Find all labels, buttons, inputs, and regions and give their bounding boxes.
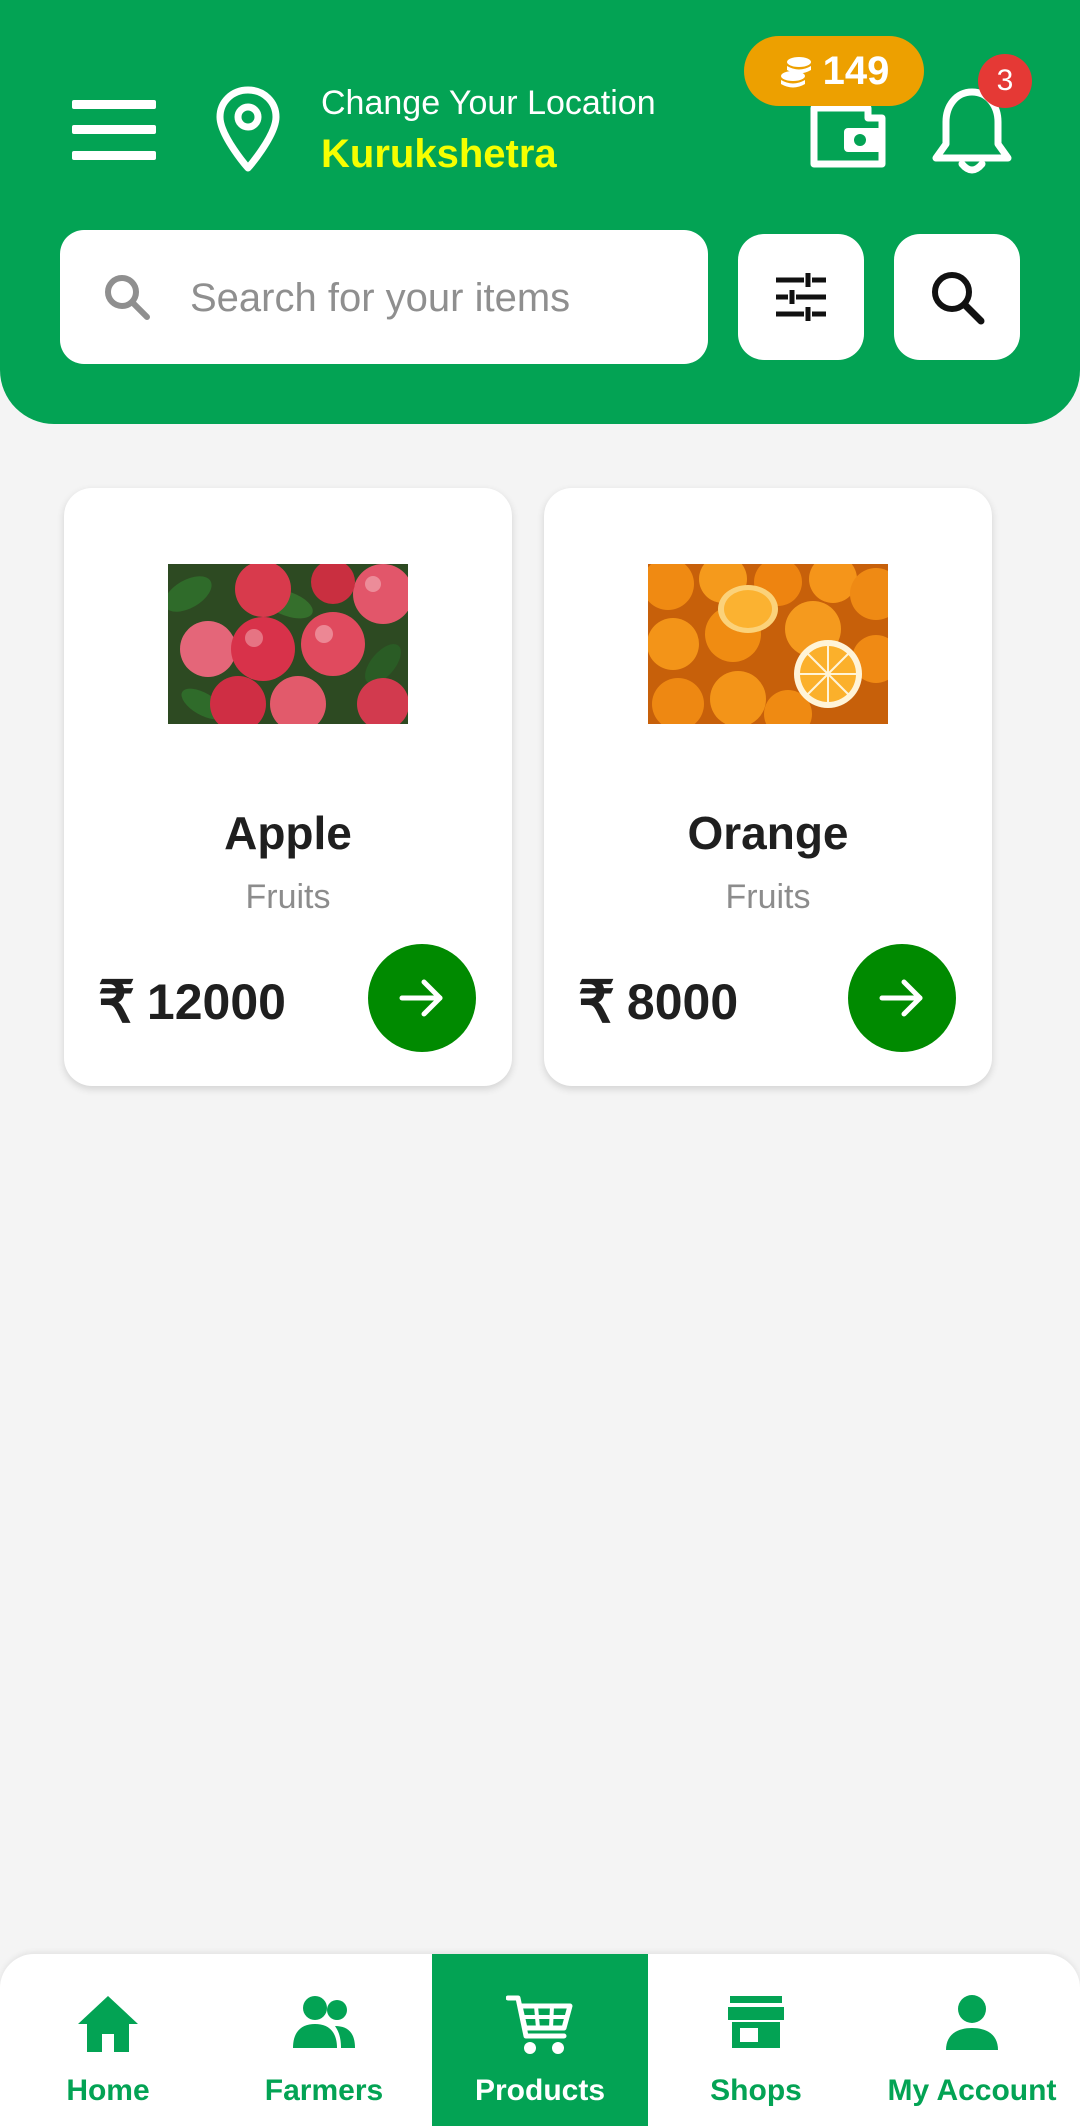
sliders-icon [776, 273, 826, 321]
product-name: Orange [687, 807, 849, 859]
store-icon [728, 1996, 784, 2048]
search-icon [932, 272, 985, 325]
nav-label: Home [66, 2074, 150, 2107]
people-icon [293, 1996, 355, 2048]
view-product-button[interactable] [368, 944, 476, 1052]
home-icon [78, 1996, 138, 2052]
menu-line [72, 151, 156, 160]
notification-count-badge: 3 [978, 54, 1032, 108]
search-input[interactable] [188, 260, 672, 336]
rupee-symbol: ₹ [578, 970, 615, 1035]
product-card[interactable]: Apple Fruits ₹ 12000 [64, 488, 512, 1086]
coins-count: 149 [822, 48, 890, 93]
nav-label: Shops [710, 2074, 802, 2107]
nav-item-home[interactable]: Home [0, 1954, 216, 2126]
location-pin-icon[interactable] [214, 84, 282, 174]
search-submit-button[interactable] [894, 234, 1020, 360]
view-product-button[interactable] [848, 944, 956, 1052]
search-bar[interactable] [60, 230, 708, 364]
arrow-right-icon [879, 979, 923, 1017]
filter-button[interactable] [738, 234, 864, 360]
nav-item-shops[interactable]: Shops [648, 1954, 864, 2126]
coins-icon [780, 57, 811, 88]
nav-label: My Account [887, 2074, 1057, 2107]
person-icon [946, 1995, 998, 2050]
nav-label: Products [474, 2074, 606, 2107]
arrow-right-icon [399, 979, 443, 1017]
location-city[interactable]: Kurukshetra [321, 132, 557, 177]
product-price: ₹ 8000 [578, 968, 738, 1036]
product-name: Apple [224, 807, 352, 859]
cart-icon [506, 1995, 573, 2054]
price-value: 8000 [626, 974, 739, 1030]
bottom-navigation: Home Farmers Products Shops My Account [0, 1954, 1080, 2126]
product-price: ₹ 12000 [98, 968, 286, 1036]
product-image-apple [168, 564, 408, 724]
change-location-label[interactable]: Change Your Location [321, 84, 656, 123]
menu-line [72, 100, 156, 109]
app-header: Change Your Location Kurukshetra 149 3 [0, 0, 1080, 424]
nav-item-products[interactable]: Products [432, 1954, 648, 2126]
product-image-orange [648, 564, 888, 724]
menu-line [72, 125, 156, 134]
product-category: Fruits [725, 878, 811, 916]
coins-badge[interactable]: 149 [744, 36, 924, 106]
nav-item-my-account[interactable]: My Account [864, 1954, 1080, 2126]
wallet-icon[interactable] [808, 98, 888, 170]
price-value: 12000 [146, 974, 286, 1030]
product-card[interactable]: Orange Fruits ₹ 8000 [544, 488, 992, 1086]
rupee-symbol: ₹ [98, 970, 135, 1035]
search-icon [105, 275, 150, 320]
product-category: Fruits [245, 878, 331, 916]
nav-label: Farmers [264, 2074, 384, 2107]
nav-item-farmers[interactable]: Farmers [216, 1954, 432, 2126]
menu-button[interactable] [72, 100, 156, 160]
